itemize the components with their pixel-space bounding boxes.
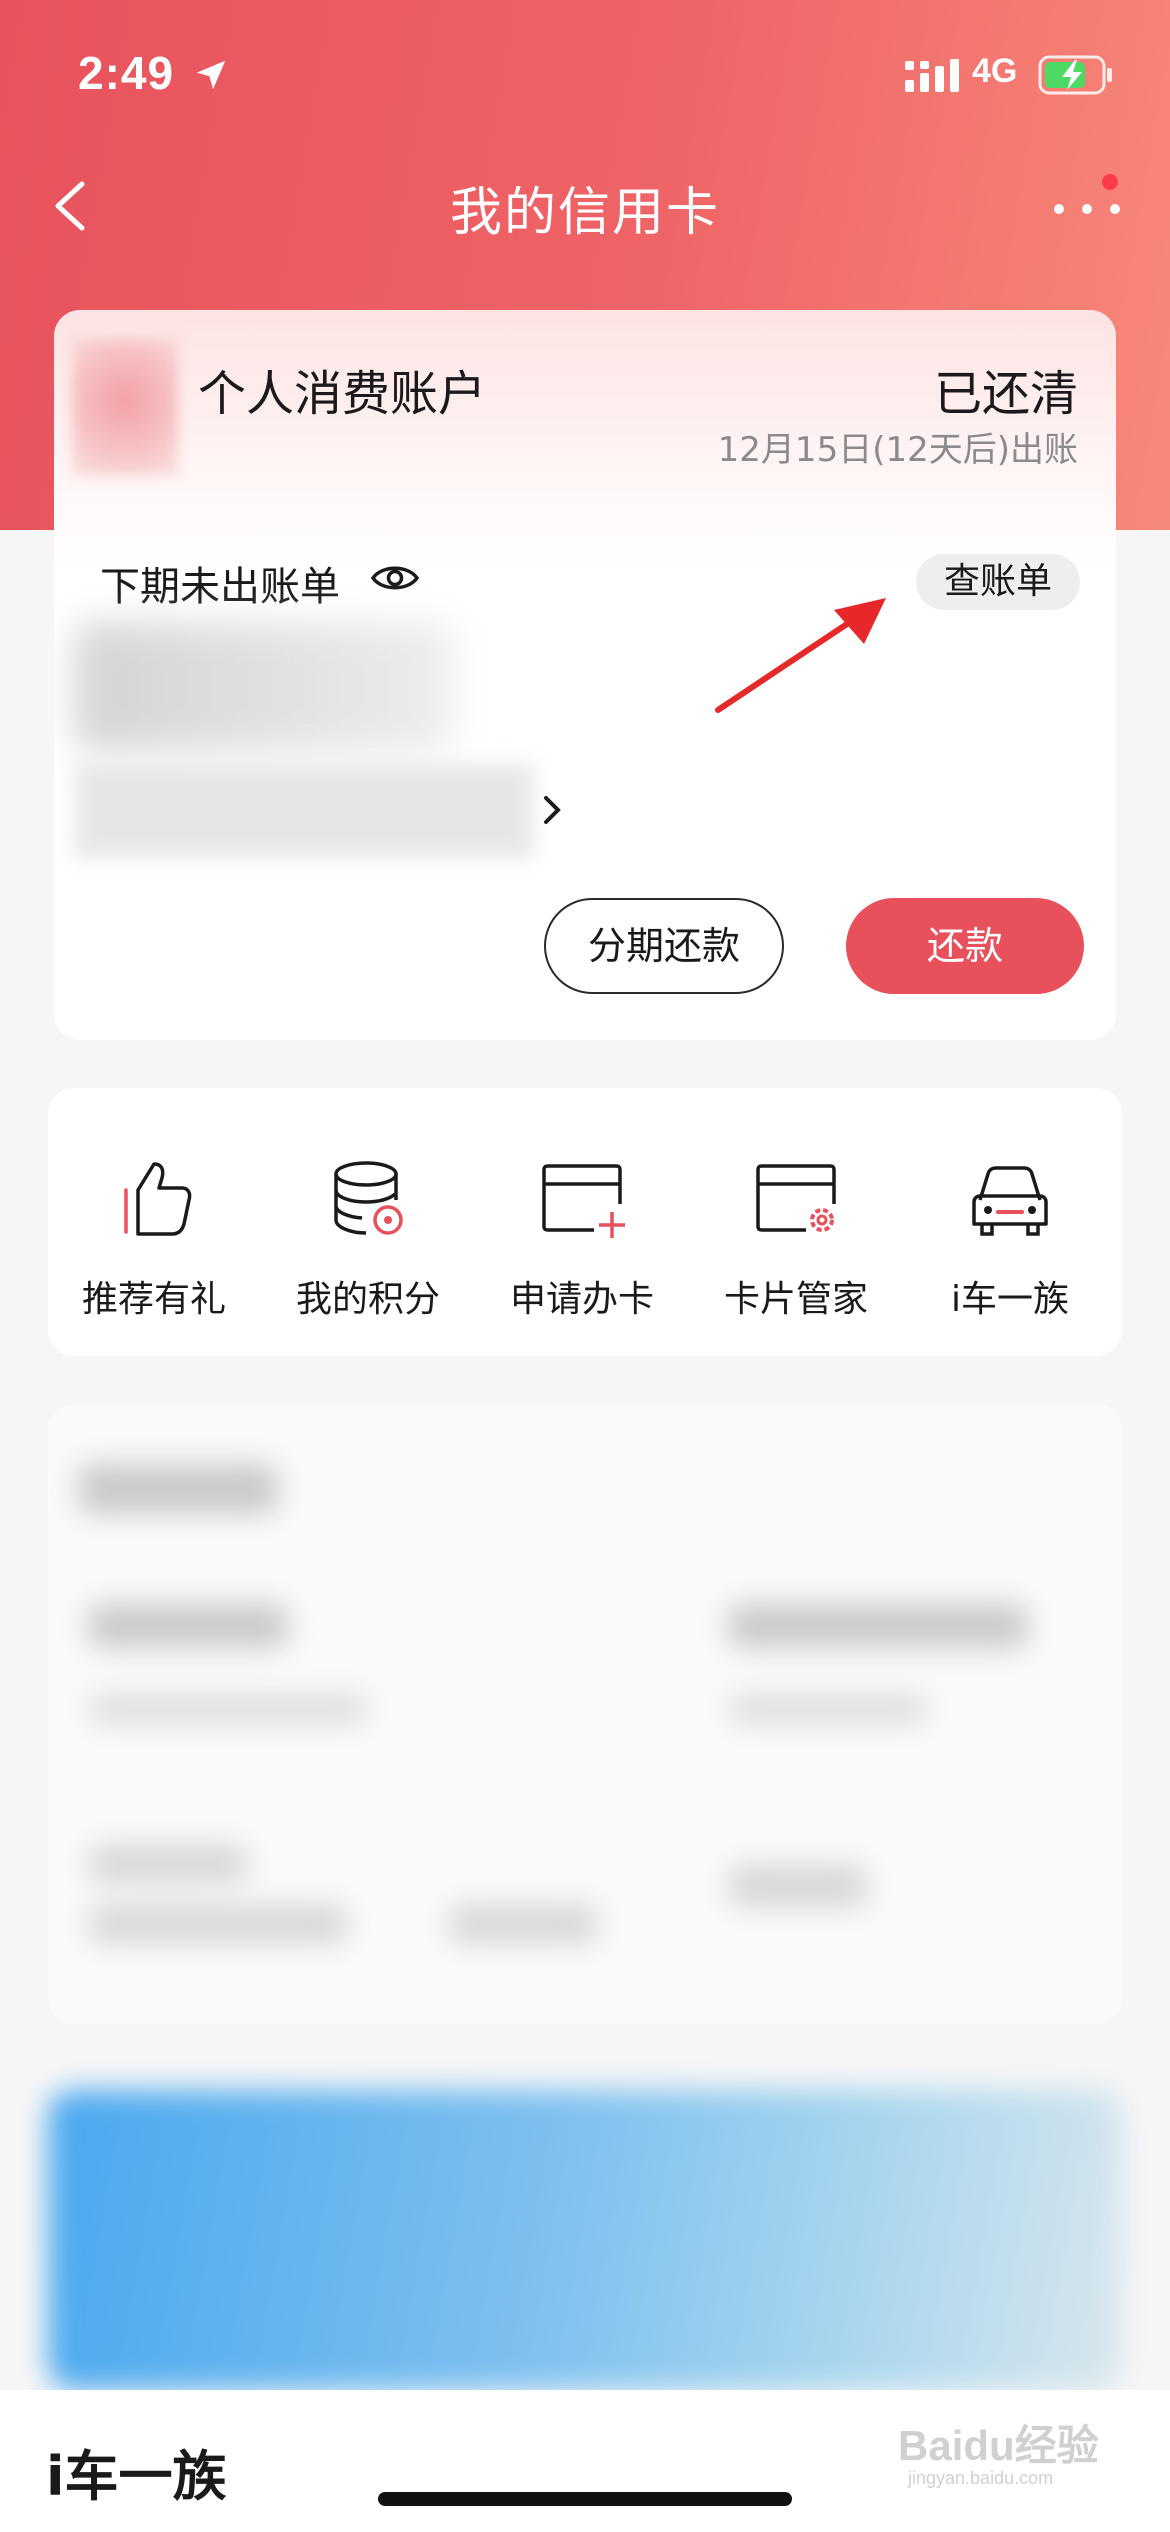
menu-label: 申请办卡 (509, 1279, 654, 1320)
installment-repay-button[interactable]: 分期还款 (544, 898, 784, 994)
more-dots-icon (1082, 204, 1092, 214)
blurred-heading (78, 1464, 278, 1514)
menu-item-car-club[interactable]: i车一族 (910, 1158, 1110, 1320)
promo-banner[interactable] (48, 2090, 1122, 2390)
more-options-button[interactable] (1046, 168, 1126, 228)
thumbs-up-icon (124, 1162, 192, 1236)
menu-item-card-manager[interactable]: 卡片管家 (696, 1158, 896, 1320)
quick-menu: 推荐有礼 我的积分 申请办卡 卡片管家 i车一族 (48, 1088, 1122, 1356)
menu-label: 推荐有礼 (81, 1279, 226, 1320)
annotation-arrow-icon (715, 598, 886, 713)
home-indicator[interactable] (378, 2492, 792, 2506)
more-dots-icon (1054, 204, 1064, 214)
blurred-text (448, 1904, 598, 1944)
blurred-text (728, 1864, 868, 1908)
menu-label: i车一族 (950, 1279, 1069, 1320)
blurred-text (728, 1694, 928, 1724)
blurred-text (728, 1604, 1028, 1648)
repay-button[interactable]: 还款 (846, 898, 1084, 994)
status-time: 2:49 (78, 47, 175, 99)
network-type: 4G (972, 52, 1018, 90)
page-title: 我的信用卡 (449, 183, 720, 243)
next-bill-label: 下期未出账单 (100, 564, 340, 610)
menu-label: 卡片管家 (723, 1279, 868, 1320)
watermark-url: jingyan.baidu.com (908, 2468, 1054, 2488)
location-arrow-icon (196, 60, 226, 90)
more-dots-icon (1110, 204, 1120, 214)
blurred-text (88, 1694, 368, 1724)
account-card: 个人消费账户 已还清 12月15日(12天后)出账 下期未出账单 查账单 分期还… (54, 310, 1116, 1040)
eye-icon[interactable] (370, 558, 420, 598)
section-title: i车一族 (46, 2445, 227, 2508)
chevron-right-icon[interactable] (540, 792, 566, 828)
menu-item-apply-card[interactable]: 申请办卡 (482, 1158, 682, 1320)
account-name: 个人消费账户 (198, 366, 487, 422)
view-bill-button[interactable]: 查账单 (916, 554, 1080, 610)
blurred-credit-limit (74, 764, 534, 858)
battery-charging-icon (1038, 55, 1112, 95)
apply-card-icon (542, 1164, 625, 1238)
blurred-text (88, 1844, 248, 1884)
menu-item-referral[interactable]: 推荐有礼 (54, 1158, 254, 1320)
blurred-amount (74, 622, 454, 752)
menu-item-points[interactable]: 我的积分 (268, 1158, 468, 1320)
menu-label: 我的积分 (295, 1279, 440, 1320)
card-settings-icon (756, 1164, 836, 1232)
card-image (72, 338, 178, 476)
signal-strength-icon (905, 59, 959, 92)
car-icon (972, 1166, 1048, 1236)
blurred-content-section (48, 1404, 1122, 2024)
watermark-logo: Baidu经验 (898, 2422, 1099, 2469)
repayment-status: 已还清 (933, 366, 1078, 422)
bill-date: 12月15日(12天后)出账 (717, 430, 1078, 470)
notification-dot (1102, 174, 1118, 190)
points-coins-icon (334, 1161, 403, 1235)
blurred-text (88, 1604, 288, 1648)
blurred-text (88, 1904, 348, 1944)
